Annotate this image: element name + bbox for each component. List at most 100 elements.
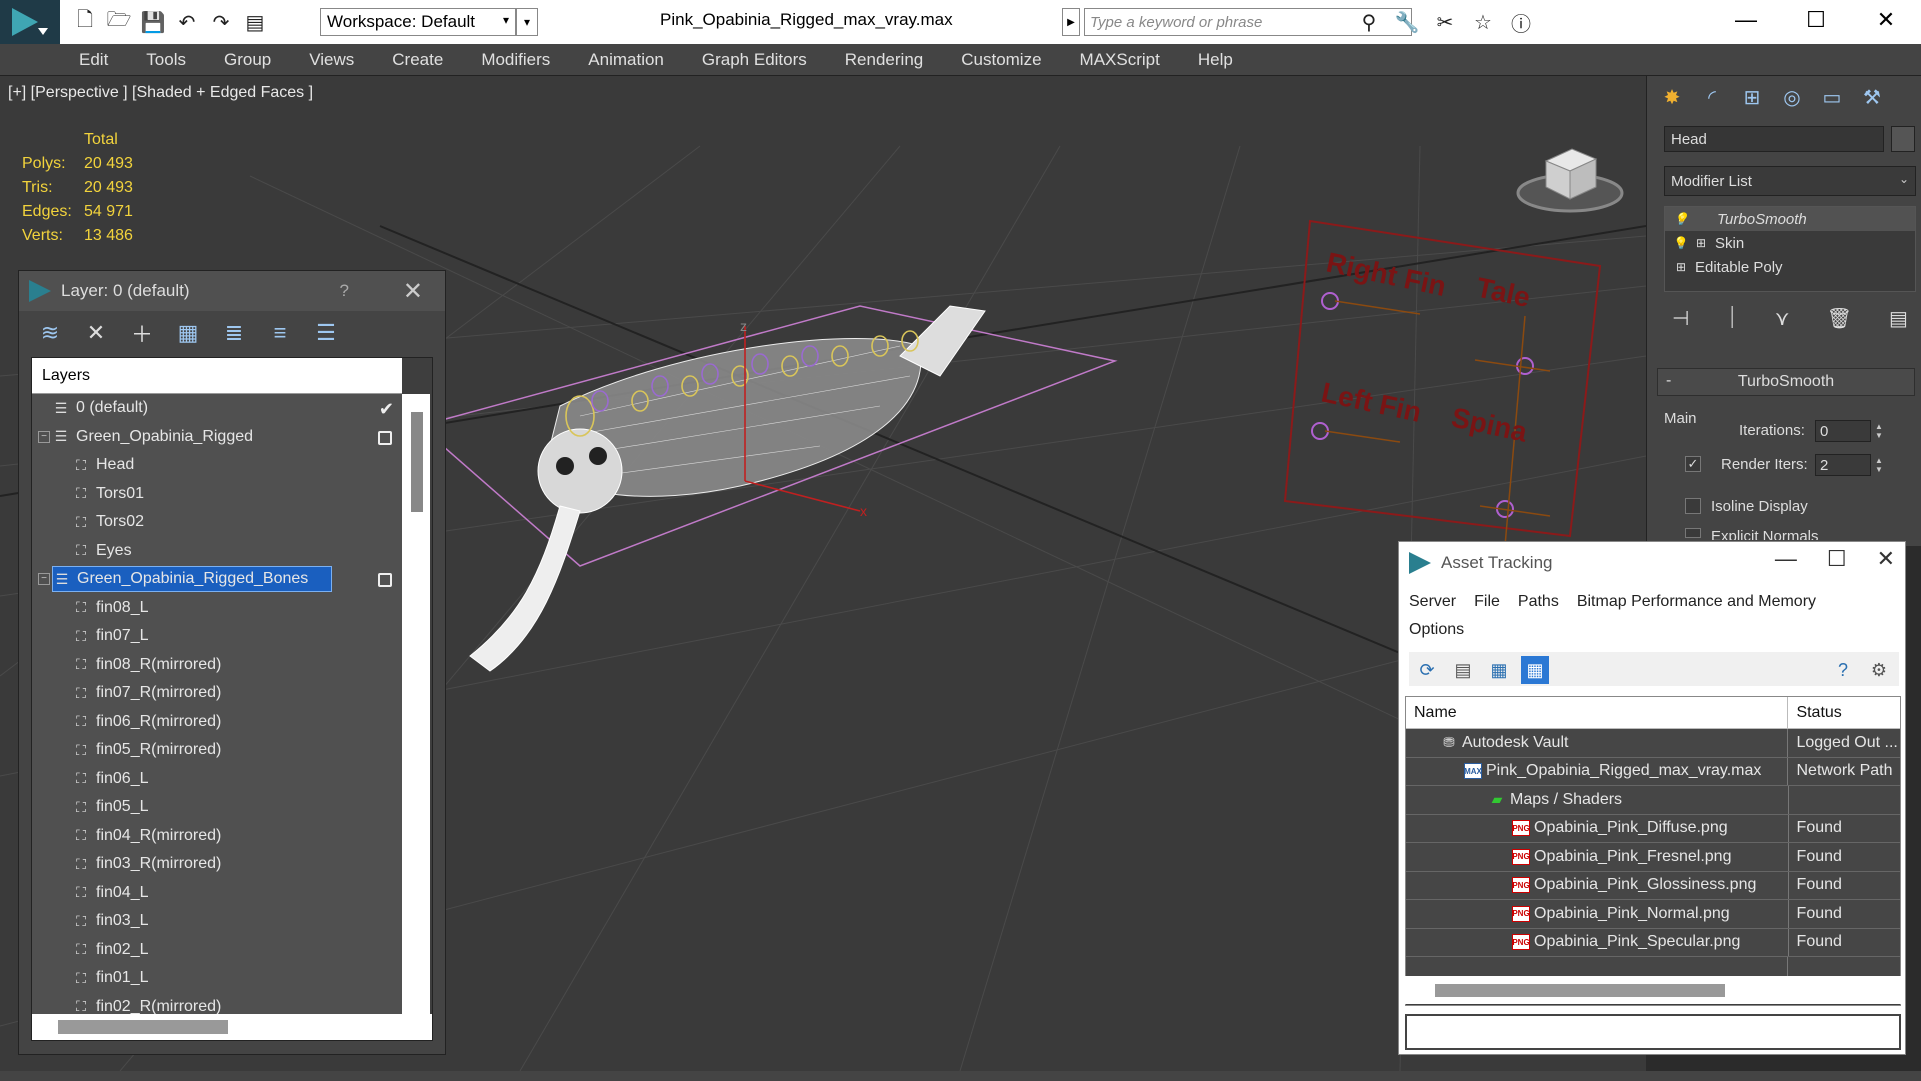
star-icon[interactable]: ☆: [1466, 8, 1500, 36]
hierarchy-tab-icon[interactable]: ⊞: [1737, 82, 1767, 112]
new-layer-icon[interactable]: ≋: [37, 320, 63, 346]
modifier-stack-item[interactable]: 💡 TurboSmooth: [1665, 207, 1915, 231]
object-row[interactable]: ⛶ fin03_R(mirrored): [32, 850, 402, 879]
pin-stack-icon[interactable]: ⊣: [1672, 306, 1689, 331]
select-objects-icon[interactable]: ≣: [221, 320, 247, 346]
asset-row[interactable]: MAX Pink_Opabinia_Rigged_max_vray.max Netw…: [1406, 757, 1900, 786]
minimize-button[interactable]: —: [1775, 546, 1797, 572]
open-icon[interactable]: 🗁: [104, 8, 134, 36]
expand-icon[interactable]: ⊞: [1695, 236, 1707, 250]
object-row[interactable]: ⛶ fin02_R(mirrored): [32, 992, 402, 1016]
menu-tools[interactable]: Tools: [127, 50, 205, 70]
minimize-button[interactable]: —: [1711, 0, 1781, 40]
layer-row[interactable]: − ☰ Green_Opabinia_Rigged_Bones: [32, 565, 402, 594]
viewcube-icon[interactable]: [1510, 131, 1630, 225]
object-row[interactable]: ⛶ fin04_R(mirrored): [32, 821, 402, 850]
make-unique-icon[interactable]: ⋎: [1775, 306, 1790, 331]
asset-row[interactable]: PNG Opabinia_Pink_Glossiness.png Found: [1406, 871, 1900, 900]
refresh-icon[interactable]: ⟳: [1413, 656, 1441, 684]
thumbnail-view-icon[interactable]: ▦: [1485, 656, 1513, 684]
asset-tracking-titlebar[interactable]: Asset Tracking — ☐ ✕: [1399, 542, 1905, 584]
show-end-result-icon[interactable]: ⏐: [1726, 307, 1737, 330]
scrollbar-thumb[interactable]: [58, 1020, 228, 1034]
layer-row[interactable]: ☰ 0 (default) ✔: [32, 394, 402, 423]
object-row[interactable]: ⛶ fin03_L: [32, 907, 402, 936]
render-iters-spinner[interactable]: 2: [1815, 454, 1871, 476]
asset-menu-server[interactable]: Server: [1409, 588, 1456, 616]
object-row[interactable]: ⛶ Tors01: [32, 479, 402, 508]
isoline-checkbox[interactable]: [1685, 498, 1701, 514]
modifier-stack-item[interactable]: ⊞ Editable Poly: [1665, 255, 1915, 279]
exchange-icon[interactable]: ✂: [1428, 8, 1462, 36]
lightbulb-icon[interactable]: 💡: [1674, 236, 1689, 250]
object-row[interactable]: ⛶ fin07_L: [32, 622, 402, 651]
asset-path-field[interactable]: [1405, 1014, 1901, 1050]
create-tab-icon[interactable]: ✸: [1657, 82, 1687, 112]
asset-menu-bitmap-performance-and-memory[interactable]: Bitmap Performance and Memory: [1577, 588, 1816, 616]
object-row[interactable]: ⛶ fin02_L: [32, 935, 402, 964]
checkmark-icon[interactable]: ✔: [379, 399, 394, 420]
close-button[interactable]: ✕: [1851, 0, 1921, 40]
object-row[interactable]: ⛶ fin08_L: [32, 593, 402, 622]
collapse-icon[interactable]: −: [38, 430, 50, 443]
vertical-scrollbar[interactable]: [402, 394, 430, 1016]
asset-row[interactable]: ▰ Maps / Shaders: [1406, 786, 1900, 815]
object-row[interactable]: ⛶ fin04_L: [32, 878, 402, 907]
object-row[interactable]: ⛶ fin06_L: [32, 764, 402, 793]
asset-menu-paths[interactable]: Paths: [1518, 588, 1559, 616]
asset-row[interactable]: PNG Opabinia_Pink_Fresnel.png Found: [1406, 843, 1900, 872]
delete-icon[interactable]: ✕: [83, 320, 109, 346]
scrollbar-thumb[interactable]: [1435, 984, 1725, 997]
binoculars-icon[interactable]: ⚲: [1352, 8, 1386, 36]
object-row[interactable]: ⛶ fin06_R(mirrored): [32, 707, 402, 736]
object-color-swatch[interactable]: [1891, 126, 1915, 152]
turbosmooth-rollout-header[interactable]: - TurboSmooth: [1657, 368, 1915, 396]
asset-row[interactable]: PNG Opabinia_Pink_Diffuse.png Found: [1406, 814, 1900, 843]
menu-help[interactable]: Help: [1179, 50, 1252, 70]
new-icon[interactable]: 🗋: [70, 8, 100, 36]
asset-row[interactable]: PNG Opabinia_Pink_Specular.png Found: [1406, 928, 1900, 957]
collapse-icon[interactable]: −: [38, 573, 50, 585]
name-column-header[interactable]: Name: [1406, 697, 1789, 728]
asset-menu-options[interactable]: Options: [1409, 616, 1464, 644]
layer-row[interactable]: − ☰ Green_Opabinia_Rigged: [32, 422, 402, 451]
utilities-tab-icon[interactable]: ⚒: [1857, 82, 1887, 112]
app-logo-icon[interactable]: [0, 0, 60, 44]
asset-row[interactable]: ⛃ Autodesk Vault Logged Out ...: [1406, 729, 1900, 758]
add-icon[interactable]: ＋: [129, 320, 155, 347]
save-icon[interactable]: 💾: [138, 8, 168, 36]
menu-animation[interactable]: Animation: [569, 50, 683, 70]
layer-panel-titlebar[interactable]: Layer: 0 (default) ? ✕: [19, 271, 445, 311]
remove-modifier-icon[interactable]: 🗑: [1827, 306, 1852, 331]
explicit-normals-checkbox[interactable]: [1685, 528, 1701, 538]
menu-rendering[interactable]: Rendering: [826, 50, 942, 70]
layer-toggle-checkbox[interactable]: [378, 430, 392, 445]
object-row[interactable]: ⛶ fin08_R(mirrored): [32, 650, 402, 679]
list-view-icon[interactable]: ▤: [1449, 656, 1477, 684]
lightbulb-icon[interactable]: 💡: [1674, 212, 1689, 226]
modifier-list-dropdown[interactable]: Modifier List ⌄: [1664, 166, 1916, 196]
asset-row[interactable]: PNG Opabinia_Pink_Normal.png Found: [1406, 900, 1900, 929]
wrench-icon[interactable]: 🔧: [1390, 8, 1424, 36]
iterations-spinner[interactable]: 0: [1815, 420, 1871, 442]
help-icon[interactable]: ⓘ: [1504, 8, 1538, 36]
layers-column-header[interactable]: Layers: [32, 358, 402, 394]
hide-all-icon[interactable]: ☰: [313, 320, 339, 346]
modify-tab-icon[interactable]: ◜: [1697, 82, 1727, 112]
table-view-icon[interactable]: ▦: [1521, 656, 1549, 684]
menu-views[interactable]: Views: [290, 50, 373, 70]
object-row[interactable]: ⛶ Tors02: [32, 508, 402, 537]
redo-icon[interactable]: ↷: [206, 8, 236, 36]
display-tab-icon[interactable]: ▭: [1817, 82, 1847, 112]
close-icon[interactable]: ✕: [1877, 546, 1895, 572]
spinner-arrows-icon[interactable]: ▲ ▼: [1873, 454, 1885, 476]
menu-create[interactable]: Create: [373, 50, 462, 70]
status-column-header[interactable]: Status: [1788, 697, 1900, 728]
object-row[interactable]: ⛶ Head: [32, 451, 402, 480]
menu-customize[interactable]: Customize: [942, 50, 1060, 70]
motion-tab-icon[interactable]: ◎: [1777, 82, 1807, 112]
menu-modifiers[interactable]: Modifiers: [462, 50, 569, 70]
play-icon[interactable]: ▶: [1062, 8, 1080, 36]
expand-icon[interactable]: ⊞: [1675, 260, 1687, 274]
viewport-label[interactable]: [+] [Perspective ] [Shaded + Edged Faces…: [8, 84, 313, 102]
